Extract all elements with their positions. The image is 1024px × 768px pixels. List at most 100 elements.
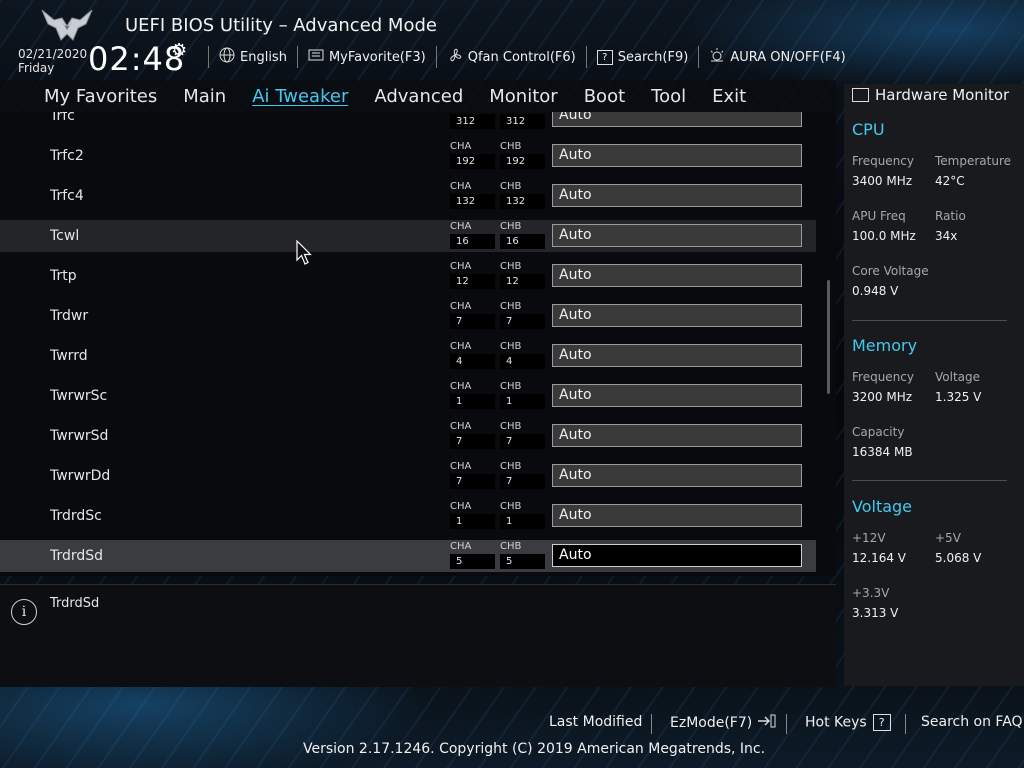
day-text: Friday — [18, 61, 55, 75]
tuf-logo — [40, 6, 94, 42]
myfavorite-button[interactable]: MyFavorite(F3) — [308, 48, 426, 66]
language-label: English — [240, 49, 287, 65]
setting-row-trdrdsc[interactable]: TrdrdSc CHA 1 CHB 1 Auto — [0, 500, 816, 532]
chb-label: CHB — [500, 421, 522, 432]
footer-divider — [905, 714, 906, 734]
setting-value-field[interactable]: Auto — [552, 344, 802, 367]
setting-row-twrwrsc[interactable]: TwrwrSc CHA 1 CHB 1 Auto — [0, 380, 816, 412]
setting-value-field[interactable]: Auto — [552, 544, 802, 567]
cha-readout: CHA 7 — [450, 460, 495, 492]
cpu-temperature-value: 42°C — [935, 174, 965, 188]
apu-freq-label: APU Freq — [852, 209, 906, 223]
setting-value-field[interactable]: Auto — [552, 112, 802, 127]
cha-readout: CHA 1 — [450, 380, 495, 412]
core-voltage-value: 0.948 V — [852, 284, 899, 298]
chb-readout: CHB 1 — [500, 500, 545, 532]
tab-exit[interactable]: Exit — [712, 86, 746, 107]
cha-readout: CHA 12 — [450, 260, 495, 292]
setting-row-trfc[interactable]: Trfc CHA312 CHB312 Auto — [0, 112, 816, 132]
chb-readout: CHB 5 — [500, 540, 545, 572]
language-button[interactable]: English — [219, 47, 287, 67]
setting-row-trdrdsd[interactable]: TrdrdSd CHA 5 CHB 5 Auto — [0, 540, 816, 572]
chb-readout: CHB 12 — [500, 260, 545, 292]
toolbar-divider — [435, 46, 437, 68]
cha-label: CHA — [450, 341, 472, 352]
chb-label: CHB — [500, 181, 522, 192]
help-text: TrdrdSd — [50, 596, 100, 611]
chb-readout: CHB 192 — [500, 140, 545, 172]
setting-value-field[interactable]: Auto — [552, 384, 802, 407]
setting-row-twrwrsd[interactable]: TwrwrSd CHA 7 CHB 7 Auto — [0, 420, 816, 452]
tab-ai-tweaker[interactable]: Ai Tweaker — [252, 86, 348, 107]
search-faq-button[interactable]: Search on FAQ — [921, 714, 1023, 730]
setting-row-trtp[interactable]: Trtp CHA 12 CHB 12 Auto — [0, 260, 816, 292]
hardware-monitor-panel: Hardware Monitor CPU Frequency 3400 MHz … — [844, 84, 1024, 686]
setting-label: Twrrd — [50, 348, 88, 364]
search-button[interactable]: ? Search(F9) — [596, 49, 688, 65]
toolbar-divider — [698, 46, 700, 68]
cha-readout: CHA 7 — [450, 420, 495, 452]
chb-readout: CHB 7 — [500, 420, 545, 452]
chb-value: 132 — [500, 194, 545, 209]
tab-my-favorites[interactable]: My Favorites — [44, 86, 157, 107]
help-panel: i TrdrdSd — [0, 584, 836, 687]
last-modified-button[interactable]: Last Modified — [549, 714, 642, 730]
chb-readout: CHB 4 — [500, 340, 545, 372]
tab-main[interactable]: Main — [183, 86, 226, 107]
setting-value-field[interactable]: Auto — [552, 144, 802, 167]
setting-value-field[interactable]: Auto — [552, 264, 802, 287]
tab-advanced[interactable]: Advanced — [374, 86, 463, 107]
setting-row-twrwrdd[interactable]: TwrwrDd CHA 7 CHB 7 Auto — [0, 460, 816, 492]
scrollbar[interactable] — [827, 280, 830, 394]
setting-row-trdwr[interactable]: Trdwr CHA 7 CHB 7 Auto — [0, 300, 816, 332]
chb-value: 312 — [500, 114, 545, 129]
cpu-temperature-label: Temperature — [935, 154, 1012, 168]
aura-button[interactable]: AURA ON/OFF(F4) — [709, 47, 846, 67]
setting-row-trfc4[interactable]: Trfc4 CHA 132 CHB 132 Auto — [0, 180, 816, 212]
setting-row-twrrd[interactable]: Twrrd CHA 4 CHB 4 Auto — [0, 340, 816, 372]
setting-value-field[interactable]: Auto — [552, 504, 802, 527]
section-divider — [852, 480, 1007, 481]
copyright-text: Version 2.17.1246. Copyright (C) 2019 Am… — [303, 741, 766, 757]
cha-value: 192 — [450, 154, 495, 169]
cha-label: CHA — [450, 141, 472, 152]
setting-value-field[interactable]: Auto — [552, 184, 802, 207]
gear-icon[interactable]: ⚙ — [171, 40, 187, 61]
tab-boot[interactable]: Boot — [584, 86, 625, 107]
setting-row-tcwl[interactable]: Tcwl CHA 16 CHB 16 Auto — [0, 220, 816, 252]
chb-label: CHB — [500, 381, 522, 392]
aura-label: AURA ON/OFF(F4) — [730, 49, 846, 65]
tab-monitor[interactable]: Monitor — [489, 86, 557, 107]
setting-label: Trfc2 — [50, 148, 84, 164]
setting-value-field[interactable]: Auto — [552, 464, 802, 487]
cha-value: 312 — [450, 114, 495, 129]
globe-icon — [219, 47, 235, 67]
chb-label: CHB — [500, 301, 522, 312]
cha-readout: CHA312 — [450, 112, 495, 132]
hot-keys-button[interactable]: Hot Keys? — [805, 714, 891, 731]
chb-label: CHB — [500, 501, 522, 512]
chb-value: 7 — [500, 434, 545, 449]
mem-voltage-label: Voltage — [935, 370, 981, 384]
setting-value-field[interactable]: Auto — [552, 304, 802, 327]
ezmode-button[interactable]: EzMode(F7) — [670, 714, 777, 731]
setting-value-field[interactable]: Auto — [552, 224, 802, 247]
chb-label: CHB — [500, 341, 522, 352]
cha-value: 12 — [450, 274, 495, 289]
tab-tool[interactable]: Tool — [651, 86, 686, 107]
chb-label: CHB — [500, 141, 522, 152]
ratio-value: 34x — [935, 229, 958, 243]
cha-readout: CHA 192 — [450, 140, 495, 172]
setting-row-trfc2[interactable]: Trfc2 CHA 192 CHB 192 Auto — [0, 140, 816, 172]
main-nav: My Favorites Main Ai Tweaker Advanced Mo… — [0, 80, 836, 112]
setting-label: TwrwrSc — [50, 388, 108, 404]
date-display: 02/21/2020 Friday — [18, 47, 87, 75]
qfan-button[interactable]: Qfan Control(F6) — [447, 47, 576, 67]
cha-value: 7 — [450, 314, 495, 329]
capacity-label: Capacity — [852, 425, 905, 439]
cpu-frequency-value: 3400 MHz — [852, 174, 913, 188]
exit-arrow-icon — [757, 714, 777, 731]
fan-icon — [447, 47, 463, 67]
setting-value-field[interactable]: Auto — [552, 424, 802, 447]
chb-value: 16 — [500, 234, 545, 249]
